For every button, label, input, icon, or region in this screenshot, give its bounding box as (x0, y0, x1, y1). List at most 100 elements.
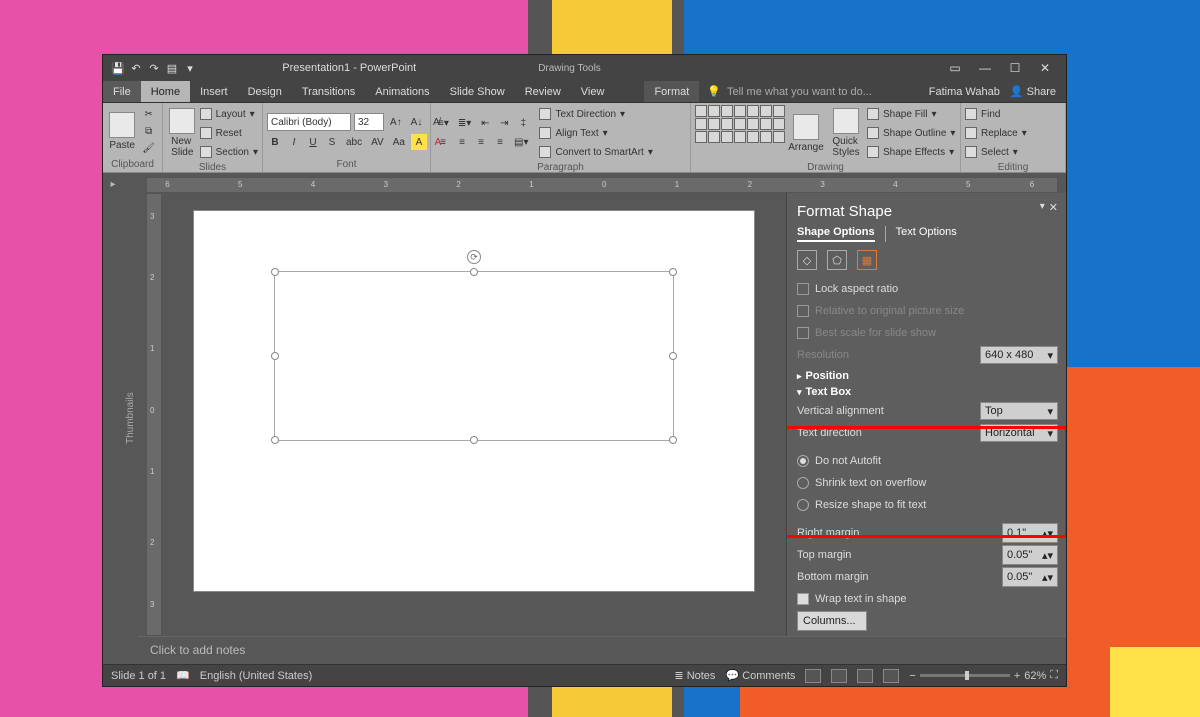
lock-aspect-checkbox[interactable] (797, 283, 809, 295)
underline-button[interactable]: U (305, 134, 321, 150)
normal-view-button[interactable] (805, 669, 821, 683)
fit-to-window-button[interactable]: ⛶ (1050, 669, 1058, 682)
tell-me-search[interactable]: 💡 Tell me what you want to do... (699, 81, 918, 102)
section-text-box[interactable]: Text Box (797, 386, 1062, 398)
zoom-slider[interactable] (920, 674, 1010, 677)
pane-tab-text-options[interactable]: Text Options (896, 226, 957, 242)
ribbon-options-icon[interactable]: ▭ (940, 57, 970, 79)
spacing-button[interactable]: AV (368, 134, 387, 150)
shape-outline-button[interactable]: Shape Outline▾ (867, 124, 955, 142)
select-button[interactable]: Select▾ (965, 143, 1027, 161)
font-size-input[interactable]: 32 (354, 113, 384, 131)
bold-button[interactable]: B (267, 134, 283, 150)
resize-handle-w[interactable] (271, 352, 279, 360)
zoom-in-button[interactable]: + (1014, 670, 1020, 682)
resize-handle-s[interactable] (470, 436, 478, 444)
bullets-button[interactable]: ≡▾ (435, 116, 452, 132)
shrink-font-button[interactable]: A↓ (408, 114, 426, 130)
thumbnail-expand[interactable]: ▸ (103, 173, 123, 664)
pane-options-icon[interactable]: ▾ (1040, 201, 1045, 214)
italic-button[interactable]: I (286, 134, 302, 150)
tab-file[interactable]: File (103, 81, 141, 102)
resize-handle-se[interactable] (669, 436, 677, 444)
highlight-button[interactable]: A (411, 134, 427, 150)
vertical-ruler[interactable]: 32 10 12 3 (146, 193, 162, 636)
resize-handle-e[interactable] (669, 352, 677, 360)
reset-button[interactable]: Reset (200, 124, 258, 142)
resize-handle-ne[interactable] (669, 268, 677, 276)
reading-view-button[interactable] (857, 669, 873, 683)
rotate-handle[interactable]: ⟳ (467, 250, 481, 264)
vertical-alignment-select[interactable]: Top▾ (980, 402, 1058, 420)
tab-format[interactable]: Format (644, 81, 699, 102)
numbering-button[interactable]: ≣▾ (455, 116, 474, 132)
size-properties-icon[interactable]: ▦ (857, 250, 877, 270)
new-slide-button[interactable]: New Slide (167, 105, 198, 161)
slide-canvas[interactable]: ⟳ (162, 193, 786, 636)
spellcheck-icon[interactable]: 📖 (176, 669, 190, 682)
language-indicator[interactable]: English (United States) (200, 670, 313, 682)
case-button[interactable]: Aa (390, 134, 408, 150)
resize-handle-nw[interactable] (271, 268, 279, 276)
tab-review[interactable]: Review (515, 81, 571, 102)
close-button[interactable]: ✕ (1030, 57, 1060, 79)
tab-transitions[interactable]: Transitions (292, 81, 365, 102)
replace-button[interactable]: Replace▾ (965, 124, 1027, 142)
quick-styles-button[interactable]: Quick Styles (827, 105, 865, 161)
top-margin-input[interactable]: 0.05"▴▾ (1002, 545, 1058, 565)
font-name-input[interactable]: Calibri (Body) (267, 113, 351, 131)
maximize-button[interactable]: ☐ (1000, 57, 1030, 79)
wrap-text-checkbox[interactable]: ✓ (797, 593, 809, 605)
tab-view[interactable]: View (571, 81, 615, 102)
indent-inc-button[interactable]: ⇥ (496, 116, 512, 132)
tab-insert[interactable]: Insert (190, 81, 238, 102)
find-button[interactable]: Find (965, 105, 1027, 123)
justify-button[interactable]: ≡ (492, 135, 508, 151)
qat-more-icon[interactable]: ▾ (181, 59, 199, 77)
notes-pane[interactable]: Click to add notes (138, 636, 1066, 664)
arrange-button[interactable]: Arrange (787, 105, 825, 161)
tab-design[interactable]: Design (238, 81, 292, 102)
notes-toggle[interactable]: ≣ Notes (674, 669, 715, 682)
indent-dec-button[interactable]: ⇤ (477, 116, 493, 132)
slide-indicator[interactable]: Slide 1 of 1 (111, 670, 166, 682)
paste-button[interactable]: Paste (107, 105, 137, 158)
pane-tab-shape-options[interactable]: Shape Options (797, 226, 875, 242)
text-direction-button[interactable]: Text Direction▾ (539, 105, 652, 123)
tab-home[interactable]: Home (141, 81, 190, 102)
shapes-gallery[interactable] (695, 105, 785, 161)
align-center-button[interactable]: ≡ (454, 135, 470, 151)
slideshow-view-button[interactable] (883, 669, 899, 683)
shape-effects-button[interactable]: Shape Effects▾ (867, 143, 955, 161)
bottom-margin-input[interactable]: 0.05"▴▾ (1002, 567, 1058, 587)
columns-button-pane[interactable]: Columns... (797, 611, 867, 631)
save-icon[interactable]: 💾 (109, 59, 127, 77)
line-spacing-button[interactable]: ‡ (515, 116, 531, 132)
text-box-shape[interactable]: ⟳ (274, 271, 674, 441)
align-left-button[interactable]: ≡ (435, 135, 451, 151)
strike-button[interactable]: abc (343, 134, 365, 150)
columns-button[interactable]: ▤▾ (511, 135, 531, 151)
section-position[interactable]: Position (797, 370, 1062, 382)
cut-button[interactable]: ✂ (139, 107, 158, 123)
grow-font-button[interactable]: A↑ (387, 114, 405, 130)
shape-fill-button[interactable]: Shape Fill▾ (867, 105, 955, 123)
redo-icon[interactable]: ↷ (145, 59, 163, 77)
align-right-button[interactable]: ≡ (473, 135, 489, 151)
slide[interactable]: ⟳ (194, 211, 754, 591)
pane-close-icon[interactable]: ✕ (1049, 201, 1058, 214)
section-button[interactable]: Section▾ (200, 143, 258, 161)
zoom-level[interactable]: 62% (1024, 670, 1046, 682)
effects-pane-icon[interactable]: ⬠ (827, 250, 847, 270)
tab-slideshow[interactable]: Slide Show (440, 81, 515, 102)
share-button[interactable]: 👤 Share (1010, 85, 1056, 98)
shadow-button[interactable]: S (324, 134, 340, 150)
horizontal-ruler[interactable]: 65 43 21 01 23 45 6 (146, 177, 1058, 193)
tab-animations[interactable]: Animations (365, 81, 439, 102)
zoom-out-button[interactable]: − (909, 670, 915, 682)
align-text-button[interactable]: Align Text▾ (539, 124, 652, 142)
copy-button[interactable]: ⧉ (139, 124, 158, 140)
resize-handle-n[interactable] (470, 268, 478, 276)
format-painter-button[interactable]: 🖌 (139, 141, 158, 157)
start-slideshow-icon[interactable]: ▤ (163, 59, 181, 77)
